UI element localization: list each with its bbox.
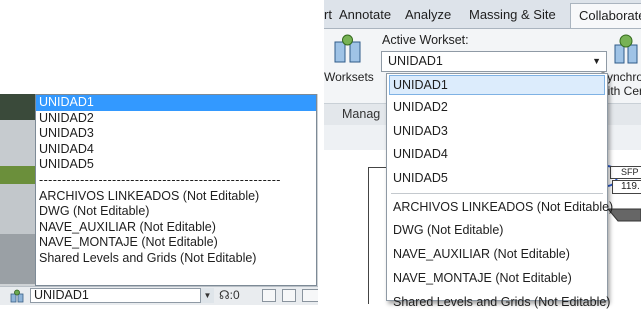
canvas-edge (0, 166, 36, 184)
view-tag: SFP (610, 166, 641, 179)
canvas-edge (0, 234, 36, 284)
canvas-edge (0, 94, 36, 120)
workset-option-readonly[interactable]: NAVE_MONTAJE (Not Editable) (36, 235, 316, 251)
view-tag: 119. (612, 180, 641, 194)
workset-option[interactable]: UNIDAD1 (36, 95, 316, 111)
workset-option-readonly[interactable]: NAVE_MONTAJE (Not Editable) (387, 267, 607, 291)
synchronize-icon[interactable] (612, 33, 641, 65)
ribbon-tab-bar: rt Annotate Analyze Massing & Site Colla… (324, 0, 641, 29)
workset-dropdown-list: UNIDAD1 UNIDAD2 UNIDAD3 UNIDAD4 UNIDAD5 … (35, 94, 317, 286)
active-workset-label: Active Workset: (382, 33, 469, 47)
editable-only-icon[interactable] (262, 289, 276, 302)
workset-dropdown-list: UNIDAD1 UNIDAD2 UNIDAD3 UNIDAD4 UNIDAD5 … (386, 73, 608, 301)
workset-option[interactable]: UNIDAD1 (389, 75, 605, 95)
editing-requests-icon: ☊ (219, 288, 230, 302)
chevron-down-icon[interactable]: ▼ (592, 52, 601, 71)
canvas-edge (0, 120, 36, 166)
canvas-edge (0, 184, 36, 234)
workset-option-readonly[interactable]: Shared Levels and Grids (Not Editable) (36, 251, 316, 267)
active-workset-value: UNIDAD1 (388, 54, 443, 68)
editing-requests-count: :0 (230, 288, 240, 302)
tab-annotate[interactable]: Annotate (339, 7, 391, 22)
chevron-down-icon[interactable]: ▼ (200, 288, 214, 303)
workset-option-readonly[interactable]: Shared Levels and Grids (Not Editable) (387, 291, 607, 314)
editing-requests[interactable]: ☊:0 (219, 288, 240, 303)
design-options-icon[interactable] (282, 289, 296, 302)
status-bar: UNIDAD1 ▼ ☊:0 (0, 286, 318, 305)
workset-option[interactable]: UNIDAD4 (387, 143, 607, 167)
active-workset-combo[interactable]: UNIDAD1 (30, 288, 214, 303)
tab-massing-site[interactable]: Massing & Site (469, 7, 556, 22)
workset-option[interactable]: UNIDAD3 (387, 120, 607, 144)
ribbon-panel-label: Manag (342, 107, 380, 121)
workset-option[interactable]: UNIDAD5 (36, 157, 316, 173)
tab-analyze[interactable]: Analyze (405, 7, 451, 22)
workset-option[interactable]: UNIDAD3 (36, 126, 316, 142)
workset-option[interactable]: UNIDAD5 (387, 167, 607, 191)
workset-option-readonly[interactable]: ARCHIVOS LINKEADOS (Not Editable) (387, 196, 607, 220)
worksets-icon[interactable] (333, 32, 363, 66)
worksets-button-label[interactable]: Worksets (324, 70, 374, 84)
workset-option[interactable]: UNIDAD4 (36, 142, 316, 158)
status-more-icon[interactable] (302, 289, 318, 302)
tab-partial[interactable]: rt (324, 7, 332, 22)
workset-option[interactable]: UNIDAD2 (387, 96, 607, 120)
workset-option-readonly[interactable]: NAVE_AUXILIAR (Not Editable) (36, 220, 316, 236)
tab-collaborate[interactable]: Collaborate (570, 3, 641, 28)
workset-option-readonly[interactable]: DWG (Not Editable) (36, 204, 316, 220)
workset-option-readonly[interactable]: DWG (Not Editable) (387, 219, 607, 243)
worksets-icon[interactable] (10, 289, 24, 303)
active-workset-combo[interactable]: UNIDAD1 ▼ (381, 51, 607, 72)
workset-option[interactable]: UNIDAD2 (36, 111, 316, 127)
option-separator: ----------------------------------------… (36, 173, 316, 189)
option-divider (391, 193, 603, 194)
workset-option-readonly[interactable]: NAVE_AUXILIAR (Not Editable) (387, 243, 607, 267)
workset-option-readonly[interactable]: ARCHIVOS LINKEADOS (Not Editable) (36, 189, 316, 205)
